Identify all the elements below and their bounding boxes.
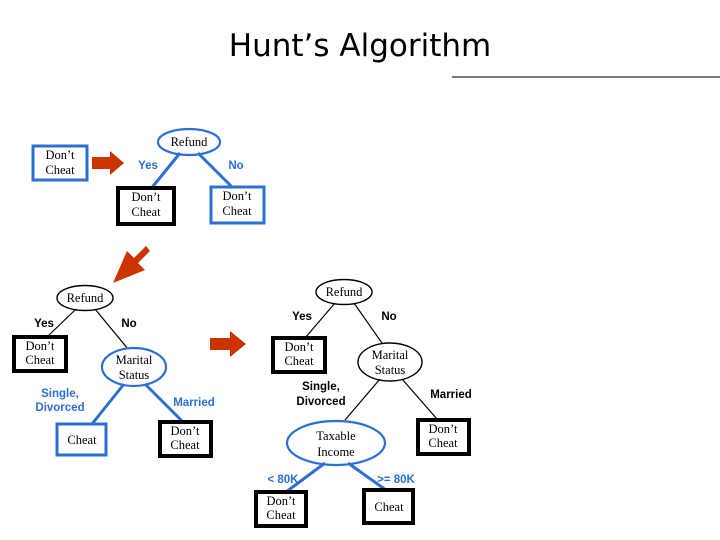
tree3-edge-label-single-divorced-line1: Single,: [302, 381, 340, 393]
tree2-leaf-married-line1: Don’t: [171, 424, 200, 438]
tree2-leaf-yes-line2: Cheat: [25, 353, 55, 367]
tree3-leaf-yes-line1: Don’t: [285, 340, 314, 354]
down-left-arrow-icon: [113, 246, 150, 283]
slide-canvas: Hunt’s Algorithm Tid Refund Marital Stat…: [0, 0, 720, 540]
tree3-leaf-married-line2: Cheat: [428, 436, 458, 450]
tree3-root-label: Refund: [326, 285, 364, 299]
tree3-edge-label-married: Married: [430, 389, 472, 401]
tree2-edge-label-single-divorced-line1: Single,: [41, 388, 79, 400]
tree3-edge-label-ge80: >= 80K: [377, 474, 415, 486]
tree2-leaf-cheat-label: Cheat: [67, 433, 97, 447]
tree3-edge-single-divorced: [344, 378, 381, 421]
right-arrow-icon-2: [210, 331, 246, 357]
tree1-edge-label-yes: Yes: [138, 160, 158, 172]
tree3-leaf-ge80-label: Cheat: [374, 500, 404, 514]
tree2-edge-single-divorced: [90, 383, 126, 425]
tree3-edge-label-lt80: < 80K: [267, 474, 299, 486]
tree2-leaf-yes-line1: Don’t: [26, 339, 55, 353]
tree-1-group: Don’t Cheat Refund Yes No Don’t Cheat Do…: [31, 127, 266, 226]
tree3-income-line1: Taxable: [316, 429, 356, 443]
page-title: Hunt’s Algorithm: [228, 28, 492, 64]
tree3-leaf-married-line1: Don’t: [429, 422, 458, 436]
tree3-edge-no: [353, 302, 385, 347]
tree2-marital-line2: Status: [119, 368, 150, 382]
tree3-leaf-lt80-line2: Cheat: [266, 508, 296, 522]
tree1-root-label: Refund: [171, 135, 209, 149]
tree2-edge-label-single-divorced-line2: Divorced: [35, 402, 84, 414]
tree-3-group: Refund Yes No Don’t Cheat Marital Status…: [254, 278, 472, 528]
tree3-edge-label-no: No: [381, 311, 396, 323]
tree2-root-label: Refund: [67, 291, 105, 305]
tree1-leaf-yes-line2: Cheat: [131, 205, 161, 219]
tree2-edge-label-yes: Yes: [34, 318, 54, 330]
tree3-marital-line1: Marital: [372, 348, 409, 362]
tree1-start-node-line2: Cheat: [45, 163, 75, 177]
tree1-edge-no: [196, 151, 234, 189]
tree3-marital-line2: Status: [375, 363, 406, 377]
tree2-edge-label-married: Married: [173, 397, 215, 409]
tree3-leaf-lt80-line1: Don’t: [267, 494, 296, 508]
right-arrow-icon: [92, 151, 124, 175]
tree2-leaf-married-line2: Cheat: [170, 438, 200, 452]
tree2-edge-label-no: No: [121, 318, 136, 330]
tree1-start-node-line1: Don’t: [46, 148, 75, 162]
tree1-leaf-no-line1: Don’t: [223, 189, 252, 203]
tree3-edge-label-yes: Yes: [292, 311, 312, 323]
training-data-table-wrapper: Tid Refund Marital Status Taxable Income…: [452, 76, 720, 78]
tree1-edge-label-no: No: [228, 160, 243, 172]
tree3-income-line2: Income: [317, 445, 355, 459]
tree1-leaf-no-line2: Cheat: [222, 204, 252, 218]
tree-2-group: Refund Yes No Don’t Cheat Marital Status…: [12, 284, 215, 458]
tree2-marital-line1: Marital: [116, 353, 153, 367]
tree1-leaf-yes-line1: Don’t: [132, 190, 161, 204]
tree3-leaf-yes-line2: Cheat: [284, 354, 314, 368]
tree3-edge-label-single-divorced-line2: Divorced: [296, 396, 345, 408]
